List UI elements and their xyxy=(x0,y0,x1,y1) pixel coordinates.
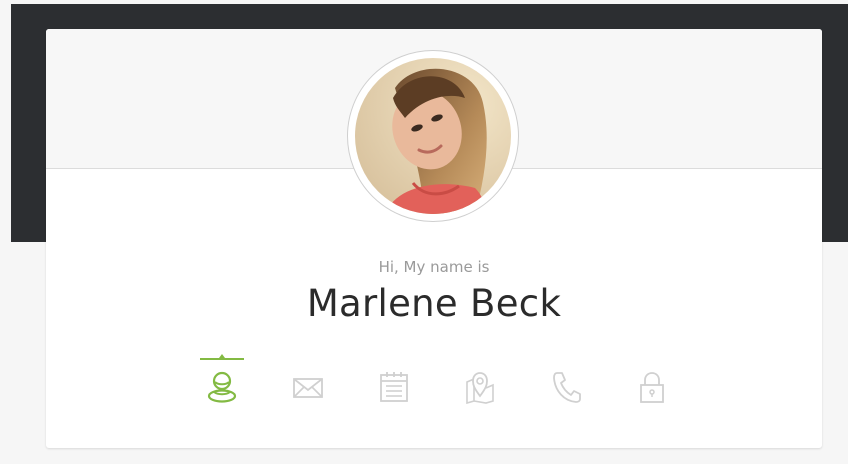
tab-password[interactable] xyxy=(628,356,676,412)
map-pin-icon xyxy=(466,372,494,404)
tab-location[interactable] xyxy=(456,356,504,412)
profile-name: Marlene Beck xyxy=(306,282,562,325)
mail-icon xyxy=(293,378,323,398)
avatar-frame xyxy=(347,50,519,222)
avatar xyxy=(355,58,511,214)
phone-icon xyxy=(553,372,581,403)
user-icon xyxy=(207,371,237,403)
active-tab-indicator xyxy=(200,354,244,360)
tab-user[interactable] xyxy=(198,354,246,412)
profile-tabs xyxy=(198,354,678,412)
greeting-text: Hi, My name is xyxy=(378,258,490,276)
lock-icon xyxy=(640,372,664,403)
avatar-photo xyxy=(355,58,511,214)
tab-mail[interactable] xyxy=(284,356,332,412)
tab-phone[interactable] xyxy=(542,356,590,412)
tab-calendar[interactable] xyxy=(370,356,418,412)
calendar-icon xyxy=(380,372,408,402)
profile-card: Hi, My name is Marlene Beck xyxy=(46,29,822,448)
